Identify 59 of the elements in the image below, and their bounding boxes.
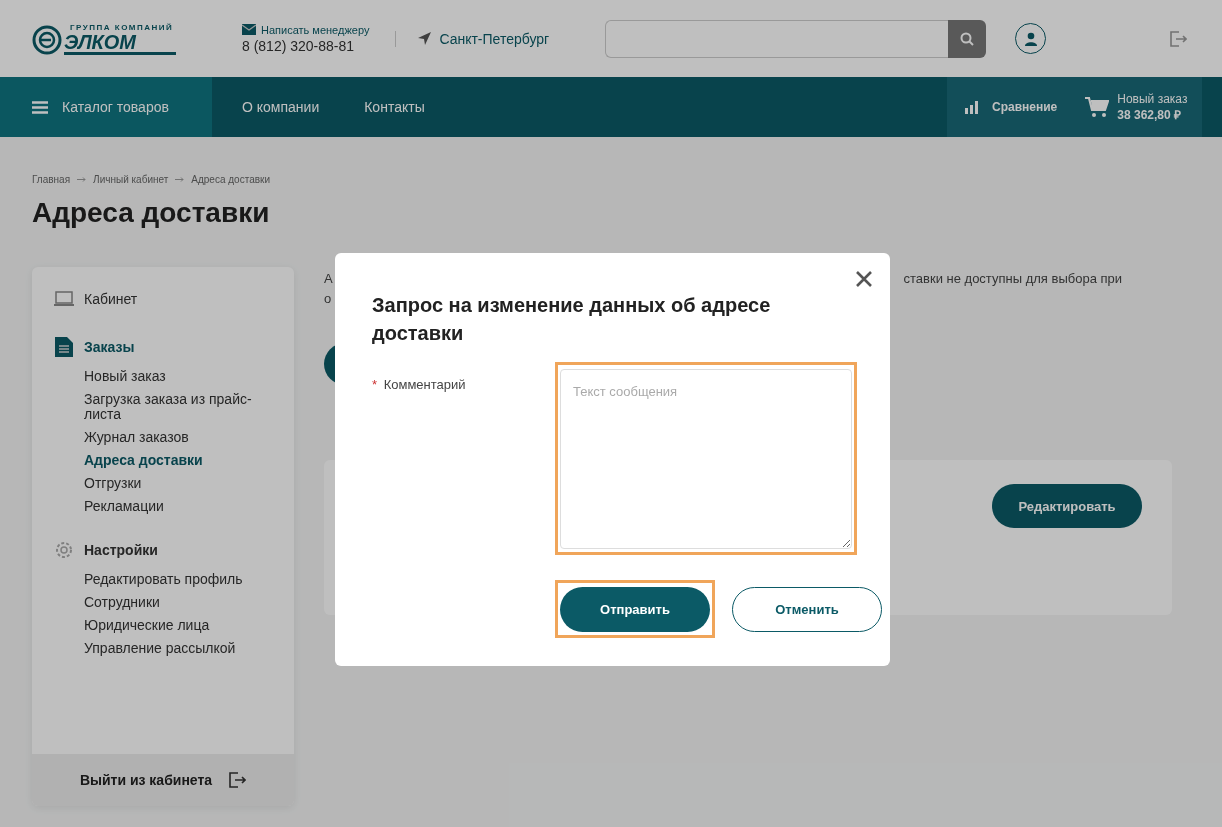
envelope-icon <box>242 24 256 35</box>
compare-link[interactable]: Сравнение <box>965 100 1058 114</box>
bar-chart-icon <box>965 100 979 114</box>
send-button[interactable]: Отправить <box>560 587 710 632</box>
user-icon <box>1023 31 1038 46</box>
close-button[interactable] <box>855 270 873 288</box>
search-field[interactable] <box>605 19 949 58</box>
logo-text: ЭЛКОМ <box>64 31 176 55</box>
required-asterisk: * <box>372 377 378 392</box>
sidebar-section-link[interactable]: Заказы <box>84 339 135 355</box>
manager-link[interactable]: Написать менеджеру <box>261 23 370 36</box>
edit-button[interactable]: Редактировать <box>992 484 1142 528</box>
logo-icon <box>32 24 62 55</box>
menu-icon <box>32 100 48 114</box>
search-button[interactable] <box>948 19 987 58</box>
sidebar-item[interactable]: Редактировать профиль <box>84 568 272 591</box>
comment-field[interactable]: Текст сообщения <box>560 369 852 549</box>
field-label: Комментарий <box>383 377 466 392</box>
sidebar-item[interactable]: Управление рассылкой <box>84 637 272 660</box>
notice-text: о <box>324 290 332 308</box>
catalog-menu-button[interactable]: Каталог товаров <box>0 77 212 137</box>
arrow-icon <box>175 177 185 182</box>
sidebar-section-link[interactable]: Настройки <box>84 542 158 558</box>
cancel-button[interactable]: Отменить <box>732 587 882 632</box>
cart-button[interactable]: Новый заказ 38 362,80 ₽ <box>1085 91 1188 123</box>
nav-link[interactable]: О компании <box>242 77 320 137</box>
sidebar-item[interactable]: Сотрудники <box>84 591 272 614</box>
location-arrow-icon <box>418 32 432 45</box>
sidebar-item[interactable]: Юридические лица <box>84 614 272 637</box>
arrow-icon <box>77 177 87 182</box>
cart-icon <box>1085 96 1110 118</box>
document-icon <box>54 337 74 357</box>
sidebar-item[interactable]: Отгрузки <box>84 472 272 495</box>
notice-text: ставки не доступны для выбора при <box>903 270 1122 288</box>
search-icon <box>960 31 975 46</box>
user-account-button[interactable] <box>1015 23 1047 54</box>
logout-icon <box>228 771 247 789</box>
phone-number: 8 (812) 320-88-81 <box>242 37 356 54</box>
sidebar-item[interactable]: Журнал заказов <box>84 426 272 449</box>
breadcrumb-link[interactable]: Главная <box>32 174 71 185</box>
nav-link[interactable]: Контакты <box>364 77 425 137</box>
logout-icon[interactable] <box>1169 29 1188 48</box>
sidebar-item[interactable]: Загрузка заказа из прайс-листа <box>84 388 272 426</box>
page-title: Адреса доставки <box>32 197 271 229</box>
laptop-icon <box>54 291 74 307</box>
sidebar-section-link[interactable]: Кабинет <box>84 291 138 307</box>
gear-icon <box>54 540 74 560</box>
logout-link[interactable]: Выйти из кабинета <box>32 754 294 806</box>
notice-text: А <box>324 270 333 288</box>
breadcrumb-link[interactable]: Личный кабинет <box>93 174 169 185</box>
close-icon <box>855 270 873 288</box>
breadcrumb-link[interactable]: Адреса доставки <box>191 174 270 185</box>
sidebar-item[interactable]: Новый заказ <box>84 365 272 388</box>
sidebar-item[interactable]: Адреса доставки <box>84 449 272 472</box>
city-selector[interactable]: Санкт-Петербург <box>439 30 550 47</box>
logo-caption: ГРУППА КОМПАНИЙ <box>70 22 175 32</box>
modal-title: Запрос на изменение данных об адресе доставки <box>372 293 772 346</box>
logo[interactable]: ГРУППА КОМПАНИЙ ЭЛКОМ <box>32 22 210 55</box>
sidebar-item[interactable]: Рекламации <box>84 495 272 518</box>
